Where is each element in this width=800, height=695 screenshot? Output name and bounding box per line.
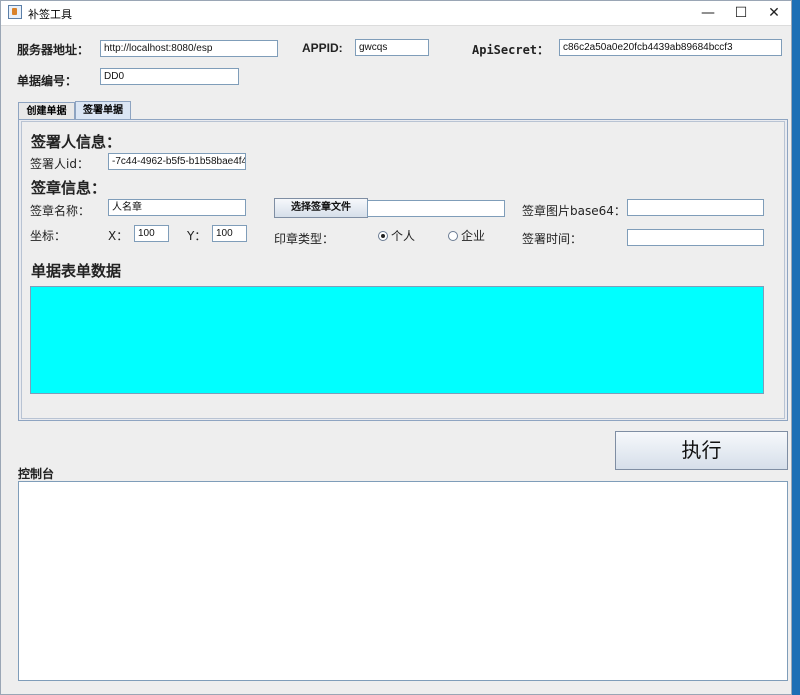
signer-heading: 签署人信息： bbox=[31, 133, 122, 151]
tab-create-doc[interactable]: 创建单据 bbox=[18, 102, 75, 119]
seal-type-company-label: 企业 bbox=[461, 229, 486, 243]
seal-heading: 签章信息： bbox=[31, 179, 107, 197]
doc-number-label: 单据编号： bbox=[17, 74, 78, 88]
seal-file-path-field[interactable] bbox=[367, 200, 505, 217]
seal-type-personal-label: 个人 bbox=[391, 229, 416, 243]
seal-type-label: 印章类型： bbox=[274, 232, 335, 246]
java-app-icon bbox=[8, 5, 22, 19]
seal-image-base64-label: 签章图片base64： bbox=[522, 204, 626, 218]
apisecret-field[interactable]: c86c2a50a0e20fcb4439ab89684bccf3 bbox=[559, 39, 782, 56]
desktop-background bbox=[792, 0, 800, 695]
select-seal-file-button[interactable]: 选择签章文件 bbox=[274, 198, 368, 218]
seal-name-label: 签章名称： bbox=[30, 204, 91, 218]
seal-name-field[interactable]: 人名章 bbox=[108, 199, 246, 216]
x-coordinate-field[interactable]: 100 bbox=[134, 225, 169, 242]
minimize-button[interactable]: — bbox=[691, 1, 725, 25]
seal-image-base64-field[interactable] bbox=[627, 199, 764, 216]
close-button[interactable]: ✕ bbox=[757, 1, 791, 25]
server-label: 服务器地址： bbox=[17, 43, 90, 57]
server-url-field[interactable]: http://localhost:8080/esp bbox=[100, 40, 278, 57]
window-title: 补签工具 bbox=[28, 8, 72, 21]
console-output[interactable] bbox=[18, 481, 788, 681]
form-data-heading: 单据表单数据 bbox=[31, 262, 122, 280]
run-button[interactable]: 执行 bbox=[615, 431, 788, 470]
maximize-button[interactable]: ☐ bbox=[724, 1, 758, 25]
signer-id-field[interactable]: -7c44-4962-b5f5-b1b58bae4f4c bbox=[108, 153, 246, 170]
signer-id-label: 签署人id： bbox=[30, 157, 89, 171]
title-bar: 补签工具 — ☐ ✕ bbox=[1, 1, 791, 26]
tab-sign-doc[interactable]: 签署单据 bbox=[75, 101, 131, 120]
seal-type-company-radio[interactable] bbox=[448, 231, 458, 241]
x-label: X： bbox=[108, 229, 129, 243]
y-label: Y： bbox=[187, 229, 207, 243]
appid-label: APPID: bbox=[302, 41, 343, 55]
app-window: 补签工具 — ☐ ✕ 服务器地址： http://localhost:8080/… bbox=[0, 0, 792, 695]
seal-type-personal-radio[interactable] bbox=[378, 231, 388, 241]
doc-number-field[interactable]: DD0 bbox=[100, 68, 239, 85]
form-data-textarea[interactable] bbox=[30, 286, 764, 394]
sign-time-field[interactable] bbox=[627, 229, 764, 246]
sign-time-label: 签署时间： bbox=[522, 232, 583, 246]
console-label: 控制台 bbox=[18, 467, 55, 481]
appid-field[interactable]: gwcqs bbox=[355, 39, 429, 56]
apisecret-label: ApiSecret： bbox=[472, 43, 550, 57]
coordinate-label: 坐标： bbox=[30, 229, 67, 243]
y-coordinate-field[interactable]: 100 bbox=[212, 225, 247, 242]
